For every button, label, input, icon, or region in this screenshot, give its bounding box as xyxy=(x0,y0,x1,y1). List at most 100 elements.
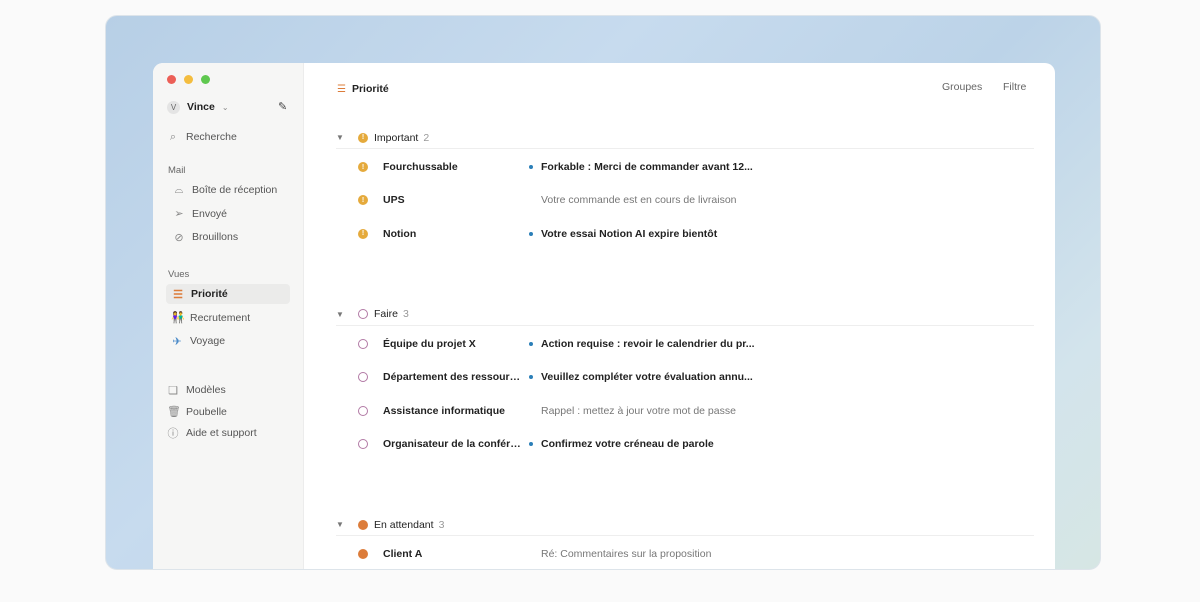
search-icon: ⌕ xyxy=(169,130,177,143)
email-row[interactable]: ! Notion Votre essai Notion AI expire bien… xyxy=(358,224,1028,244)
section-mail: Mail xyxy=(168,165,186,176)
window-controls xyxy=(167,75,210,84)
send-icon: ➢ xyxy=(174,208,184,220)
group-count: 2 xyxy=(423,131,430,144)
main-pane: ☰ Priorité Groupes Filtre ▼! Important 2! F… xyxy=(304,63,1055,569)
subject: Votre commande est en cours de livraison xyxy=(541,194,737,207)
sender: Client A xyxy=(383,548,423,561)
unread-dot-icon xyxy=(529,375,533,380)
maximize-button[interactable] xyxy=(201,75,210,84)
subject: Votre essai Notion AI expire bientôt xyxy=(541,227,718,240)
plane-icon: ✈ xyxy=(172,335,182,348)
imp-status-icon: ! xyxy=(358,228,368,239)
sidebar-item-label: Priorité xyxy=(191,288,228,300)
minimize-button[interactable] xyxy=(184,75,193,84)
sidebar-item-bo-te-de-r-ception[interactable]: ⌓ Boîte de réception xyxy=(173,180,278,200)
account-name: Vince xyxy=(187,101,215,113)
app-window: V Vince ⌄ ✎ ⌕ Recherche Mail ⌓ Boîte de ré… xyxy=(153,63,1055,569)
faire-status-icon xyxy=(358,338,368,349)
imp-status-icon: ! xyxy=(358,195,368,206)
subject: Ré: Commentaires sur la proposition xyxy=(541,548,712,561)
subject: Confirmez votre créneau de parole xyxy=(541,437,714,450)
sidebar-item-label: Modèles xyxy=(186,384,226,396)
group-header[interactable]: ▼ Faire 3 xyxy=(336,304,1034,326)
unread-dot-icon xyxy=(529,341,533,346)
group-count: 3 xyxy=(438,518,445,531)
sidebar-item-label: Voyage xyxy=(190,335,226,347)
collapse-triangle-icon[interactable]: ▼ xyxy=(336,520,358,529)
avatar: V xyxy=(167,100,180,114)
subject: Action requise : revoir le calendrier du… xyxy=(541,337,755,350)
draft-icon: ⊘ xyxy=(174,231,184,244)
filter-button[interactable]: Filtre xyxy=(1003,81,1026,93)
sidebar-item-label: Aide et support xyxy=(186,427,257,439)
list-icon: ☰ xyxy=(337,83,346,95)
group-header[interactable]: ▼ En attendant 3 xyxy=(336,514,1034,537)
unread-dot-icon xyxy=(529,231,533,236)
sender: Organisateur de la conférence xyxy=(383,437,523,450)
list-icon: ☰ xyxy=(173,288,183,301)
account-switcher[interactable]: V Vince ⌄ xyxy=(167,97,229,117)
people-icon: 👫 xyxy=(171,312,185,324)
imp-status-icon: ! xyxy=(358,132,368,143)
faire-status-icon xyxy=(358,372,368,383)
subject: Rappel : mettez à jour votre mot de pass… xyxy=(541,404,736,417)
faire-status-icon xyxy=(358,309,368,320)
sidebar-item-label: Boîte de réception xyxy=(192,184,278,196)
group-count: 3 xyxy=(402,308,409,321)
sender: Notion xyxy=(383,227,417,240)
wait-status-icon xyxy=(358,519,368,530)
email-row[interactable]: Client A Ré: Commentaires sur la proposit… xyxy=(358,544,1028,564)
page-title: Priorité xyxy=(351,83,389,95)
search-label: Recherche xyxy=(186,131,237,143)
inbox-icon: ⌓ xyxy=(174,183,184,196)
faire-status-icon xyxy=(358,405,368,416)
email-row[interactable]: ! UPS Votre commande est en cours de livra… xyxy=(358,190,1028,210)
sidebar-item-poubelle[interactable]: 🗑 Poubelle xyxy=(167,402,227,422)
chevron-down-icon: ⌄ xyxy=(221,102,229,112)
imp-status-icon: ! xyxy=(358,162,368,172)
sidebar-item-mod-les[interactable]: ❏ Modèles xyxy=(167,380,226,400)
email-row[interactable]: Département des ressources humaines Veuil… xyxy=(358,367,1028,387)
unread-dot-icon xyxy=(529,441,533,446)
sender: Département des ressources humaines xyxy=(383,371,523,384)
email-row[interactable]: Assistance informatique Rappel : mettez à… xyxy=(358,401,1028,421)
group-header[interactable]: ▼! Important 2 xyxy=(336,127,1034,149)
close-button[interactable] xyxy=(167,75,176,84)
group-name: Faire xyxy=(374,308,398,321)
sidebar-item-label: Envoyé xyxy=(192,207,228,220)
email-row[interactable]: Équipe du projet X Action requise : revoi… xyxy=(358,334,1028,354)
sidebar-item-label: Poubelle xyxy=(186,405,227,418)
sidebar-item-envoy-[interactable]: ➢ Envoyé xyxy=(173,204,227,224)
sidebar-item-voyage[interactable]: ✈ Voyage xyxy=(171,331,225,351)
collapse-triangle-icon[interactable]: ▼ xyxy=(336,133,358,142)
subject: Veuillez compléter votre évaluation annu… xyxy=(541,371,753,384)
sidebar-item-aide-et-support[interactable]: ⓘ Aide et support xyxy=(167,423,257,443)
sender: UPS xyxy=(383,194,405,207)
sender: Assistance informatique xyxy=(383,404,505,417)
template-icon: ❏ xyxy=(168,384,178,397)
sender: Fourchussable xyxy=(383,161,458,173)
compose-icon[interactable]: ✎ xyxy=(278,100,287,113)
group-name: Important xyxy=(374,131,419,144)
sidebar-item-label: Recrutement xyxy=(190,311,251,324)
email-row[interactable]: Organisateur de la conférence Confirmez v… xyxy=(358,434,1028,454)
groups-button[interactable]: Groupes xyxy=(942,81,982,93)
email-row[interactable]: ! Fourchussable Forkable : Merci de comman… xyxy=(358,157,1028,177)
unread-dot-icon xyxy=(529,165,533,169)
help-icon: ⓘ xyxy=(167,428,179,440)
section-views: Vues xyxy=(168,269,190,280)
sidebar-item-priorit-[interactable]: ☰ Priorité xyxy=(166,284,290,304)
wait-status-icon xyxy=(358,549,368,560)
sidebar-item-label: Brouillons xyxy=(192,231,239,243)
desktop-background: V Vince ⌄ ✎ ⌕ Recherche Mail ⌓ Boîte de ré… xyxy=(105,15,1101,570)
search-button[interactable]: ⌕ Recherche xyxy=(167,127,237,147)
collapse-triangle-icon[interactable]: ▼ xyxy=(336,310,358,319)
sidebar-item-brouillons[interactable]: ⊘ Brouillons xyxy=(173,227,238,247)
sender: Équipe du projet X xyxy=(383,337,476,350)
faire-status-icon xyxy=(358,438,368,449)
sidebar-item-recrutement[interactable]: 👫 Recrutement xyxy=(171,308,250,328)
sidebar: V Vince ⌄ ✎ ⌕ Recherche Mail ⌓ Boîte de ré… xyxy=(153,63,304,569)
trash-icon: 🗑 xyxy=(167,406,181,418)
subject: Forkable : Merci de commander avant 12..… xyxy=(541,161,753,173)
